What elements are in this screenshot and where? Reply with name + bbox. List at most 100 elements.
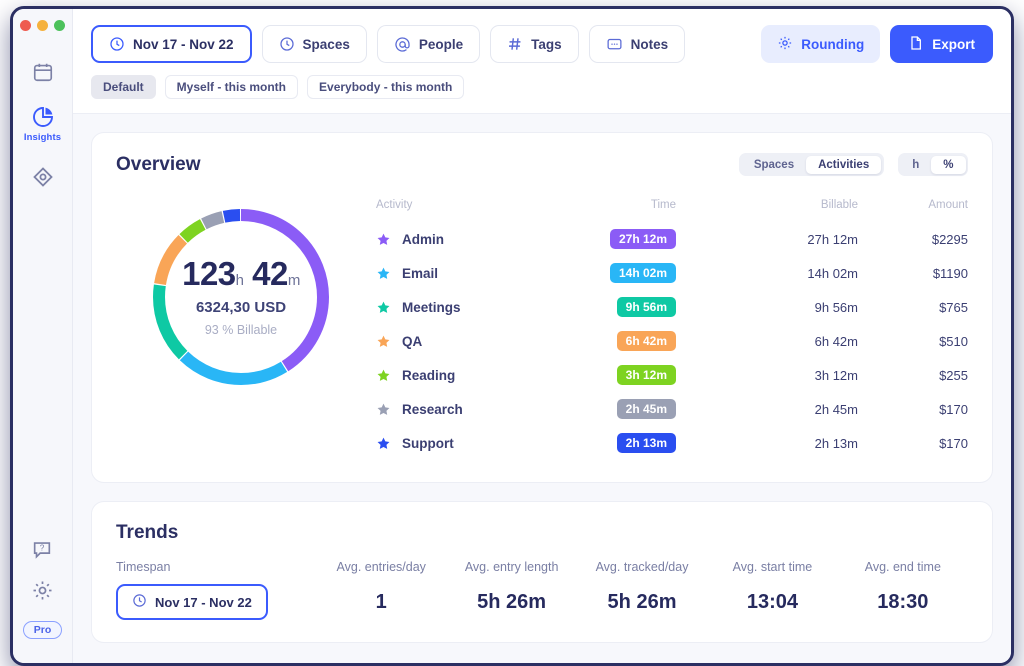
export-button[interactable]: Export bbox=[890, 25, 993, 63]
overview-card: Overview Spaces Activities h % 123h 42m … bbox=[91, 132, 993, 483]
activity-name: Research bbox=[402, 401, 463, 417]
chip-myself-this-month[interactable]: Myself - this month bbox=[164, 75, 299, 99]
rounding-label: Rounding bbox=[801, 36, 865, 52]
cell-activity: Research bbox=[376, 402, 533, 417]
table-row[interactable]: Email 14h 02m 14h 02m $1190 bbox=[376, 256, 968, 290]
cell-amount: $1190 bbox=[932, 265, 968, 281]
at-icon bbox=[394, 36, 411, 53]
cell-time: 2h 45m bbox=[533, 399, 708, 419]
trends-card: Trends Timespan Avg. entries/day Avg. en… bbox=[91, 501, 993, 643]
filter-spaces[interactable]: Spaces bbox=[261, 25, 367, 63]
minimize-button[interactable] bbox=[37, 20, 48, 31]
cell-amount: $170 bbox=[939, 435, 968, 451]
filter-people[interactable]: People bbox=[376, 25, 481, 63]
billable-percent: 93 % Billable bbox=[204, 323, 278, 337]
overview-header: Overview Spaces Activities h % bbox=[116, 153, 968, 176]
total-amount: 6324,30 USD bbox=[195, 299, 287, 316]
maximize-button[interactable] bbox=[54, 20, 65, 31]
gear-icon[interactable] bbox=[31, 579, 54, 607]
trends-date-range-button[interactable]: Nov 17 - Nov 22 bbox=[116, 584, 268, 620]
overview-controls: Spaces Activities h % bbox=[739, 153, 968, 176]
sidebar: Insights ? Pro bbox=[13, 9, 73, 663]
table-row[interactable]: Admin 27h 12m 27h 12m $2295 bbox=[376, 222, 968, 256]
segment-activities[interactable]: Activities bbox=[806, 155, 882, 174]
sidebar-item-goals[interactable] bbox=[19, 157, 67, 197]
total-time: 123h 42m bbox=[182, 257, 300, 290]
cell-activity: QA bbox=[376, 334, 533, 349]
activity-name: QA bbox=[402, 333, 423, 349]
column-amount: Amount bbox=[928, 199, 968, 211]
document-icon bbox=[908, 35, 924, 54]
filter-date-range[interactable]: Nov 17 - Nov 22 bbox=[91, 25, 252, 63]
sidebar-item-calendar[interactable] bbox=[19, 53, 67, 91]
donut-center-label: 123h 42m 6324,30 USD 93 % Billable bbox=[146, 202, 336, 392]
sidebar-item-insights[interactable]: Insights bbox=[19, 97, 67, 151]
star-icon bbox=[376, 266, 391, 281]
trends-header: Timespan Avg. entries/day Avg. entry len… bbox=[116, 560, 968, 574]
help-bubble-icon[interactable]: ? bbox=[31, 538, 53, 565]
note-bubble-icon bbox=[606, 36, 623, 53]
trends-avg-end-time: 18:30 bbox=[877, 590, 929, 613]
close-button[interactable] bbox=[20, 20, 31, 31]
trends-avg-start-time: 13:04 bbox=[746, 590, 798, 613]
filter-people-label: People bbox=[418, 36, 464, 52]
donut-chart: 123h 42m 6324,30 USD 93 % Billable bbox=[146, 202, 336, 392]
segment-spaces[interactable]: Spaces bbox=[742, 156, 806, 174]
table-row[interactable]: Meetings 9h 56m 9h 56m $765 bbox=[376, 290, 968, 324]
trends-column-timespan: Timespan bbox=[116, 560, 171, 574]
column-activity: Activity bbox=[376, 199, 413, 211]
cell-amount: $170 bbox=[939, 401, 968, 417]
time-pill: 14h 02m bbox=[609, 263, 676, 283]
cell-billable: 2h 13m bbox=[814, 435, 858, 451]
chip-everybody-this-month[interactable]: Everybody - this month bbox=[307, 75, 465, 99]
trends-avg-entries-day: 1 bbox=[375, 590, 387, 613]
page-title: Overview bbox=[116, 153, 201, 175]
diamond-icon bbox=[31, 165, 55, 189]
filter-tags-label: Tags bbox=[531, 36, 562, 52]
trends-date-range-label: Nov 17 - Nov 22 bbox=[155, 594, 252, 610]
table-row[interactable]: Support 2h 13m 2h 13m $170 bbox=[376, 426, 968, 460]
trends-column-tracked-day: Avg. tracked/day bbox=[595, 560, 689, 574]
segment-hours[interactable]: h bbox=[900, 156, 931, 174]
trends-avg-entry-length: 5h 26m bbox=[477, 590, 547, 613]
cell-billable: 2h 45m bbox=[814, 401, 858, 417]
time-pill: 3h 12m bbox=[616, 365, 676, 385]
table-row[interactable]: Reading 3h 12m 3h 12m $255 bbox=[376, 358, 968, 392]
cell-time: 9h 56m bbox=[533, 297, 708, 317]
time-pill: 6h 42m bbox=[616, 331, 676, 351]
activity-name: Support bbox=[402, 435, 454, 451]
rounding-button[interactable]: Rounding bbox=[761, 25, 881, 63]
activity-table: Activity Time Billable Amount Admin 27h 1… bbox=[376, 184, 968, 460]
cell-activity: Support bbox=[376, 436, 533, 451]
trends-column-entry-length: Avg. entry length bbox=[464, 560, 559, 574]
star-icon bbox=[376, 436, 391, 451]
segmented-view-mode: Spaces Activities bbox=[739, 153, 884, 176]
sidebar-bottom: ? Pro bbox=[22, 538, 63, 663]
table-rows: Admin 27h 12m 27h 12m $2295 Email 14h 02m 14h … bbox=[376, 222, 968, 460]
time-pill: 2h 13m bbox=[616, 433, 676, 453]
cell-amount: $765 bbox=[939, 299, 968, 315]
toolbar-actions: Rounding Export bbox=[761, 25, 993, 63]
sidebar-item-label: Insights bbox=[23, 132, 62, 143]
filter-tags[interactable]: Tags bbox=[490, 25, 579, 63]
segment-percent[interactable]: % bbox=[931, 155, 966, 174]
time-pill: 27h 12m bbox=[609, 229, 676, 249]
hours-unit: h bbox=[235, 272, 244, 289]
app-window: Insights ? Pro Nov 17 - Nov 22 Spaces Pe… bbox=[10, 6, 1014, 666]
clock-icon bbox=[109, 36, 125, 52]
table-row[interactable]: Research 2h 45m 2h 45m $170 bbox=[376, 392, 968, 426]
column-billable: Billable bbox=[820, 199, 858, 211]
pie-chart-icon bbox=[31, 105, 55, 129]
trends-column-entries-day: Avg. entries/day bbox=[336, 560, 426, 574]
pro-badge[interactable]: Pro bbox=[22, 621, 63, 639]
filter-notes[interactable]: Notes bbox=[588, 25, 686, 63]
trends-avg-tracked-day: 5h 26m bbox=[607, 590, 677, 613]
star-icon bbox=[376, 368, 391, 383]
minutes-unit: m bbox=[287, 272, 301, 289]
cell-time: 27h 12m bbox=[533, 229, 708, 249]
star-icon bbox=[376, 300, 391, 315]
chip-default[interactable]: Default bbox=[91, 75, 156, 99]
cell-billable: 6h 42m bbox=[814, 333, 858, 349]
table-row[interactable]: QA 6h 42m 6h 42m $510 bbox=[376, 324, 968, 358]
clock-icon bbox=[132, 593, 147, 611]
